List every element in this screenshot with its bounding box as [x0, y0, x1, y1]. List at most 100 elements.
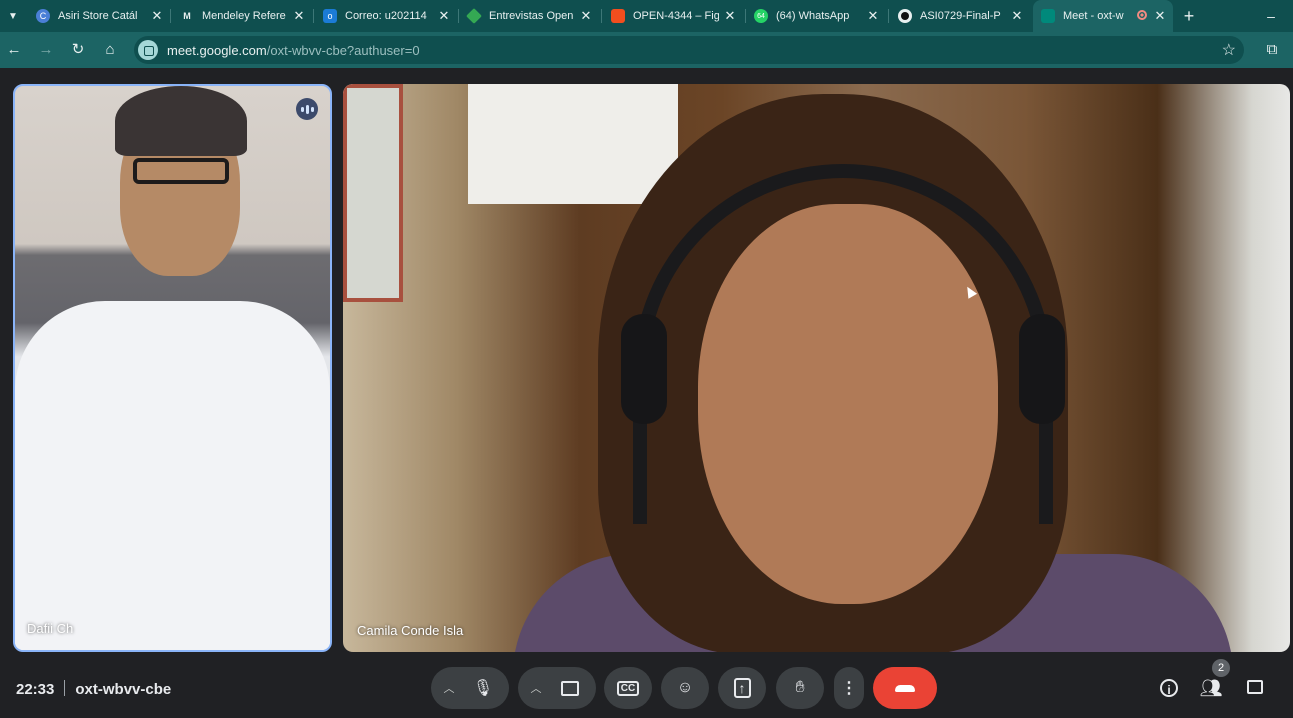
tab-title: Meet - oxt-w [1063, 10, 1124, 22]
tab-5[interactable]: OPEN-4344 – Fig ✕ [611, 0, 737, 32]
mic-button[interactable]: 🎙︎ [462, 667, 504, 709]
video-feed [15, 301, 330, 650]
tab-title: Entrevistas Open [489, 10, 574, 22]
address-bar[interactable]: meet.google.com/oxt-wbvv-cbe?authuser=0 … [134, 36, 1244, 64]
tab-search-button[interactable]: ▼ [0, 0, 26, 32]
video-feed [133, 158, 229, 184]
phone-hangup-icon [895, 684, 915, 692]
tab-divider [458, 9, 459, 23]
more-vertical-icon: ⋮ [841, 680, 857, 697]
arrow-right-icon: → [38, 41, 54, 58]
participant-tile-2[interactable]: Camila Conde Isla [343, 84, 1290, 652]
tab-3[interactable]: o Correo: u202114 ✕ [323, 0, 451, 32]
mic-control-group: ︿ 🎙︎ [431, 667, 509, 709]
meeting-info: 22:33 oxt-wbvv-cbe [16, 680, 171, 698]
participant-tile-1[interactable]: Dafii Ch [13, 84, 332, 652]
meeting-time: 22:33 [16, 681, 55, 698]
tab-divider [601, 9, 602, 23]
close-icon[interactable]: ✕ [723, 9, 737, 23]
close-icon[interactable]: ✕ [866, 9, 880, 23]
raise-hand-button[interactable]: ✋︎ [776, 667, 824, 709]
minimize-button[interactable]: – [1262, 0, 1280, 32]
captions-button[interactable]: CC [604, 667, 652, 709]
drive-favicon-icon [466, 8, 482, 24]
tab-6[interactable]: 64 (64) WhatsApp ✕ [754, 0, 880, 32]
participant-name: Camila Conde Isla [357, 623, 464, 638]
minimize-icon: – [1267, 8, 1275, 24]
tab-divider [888, 9, 889, 23]
plus-icon: + [1183, 5, 1195, 26]
meet-favicon-icon [1041, 9, 1055, 23]
extensions-button[interactable]: ⧉ [1262, 40, 1282, 60]
video-feed [1019, 314, 1065, 424]
reload-button[interactable]: ↻ [68, 40, 88, 60]
outlook-favicon-icon: o [323, 9, 337, 23]
info-icon: i [1160, 679, 1178, 697]
chat-icon [1247, 680, 1263, 694]
tab-strip: ▼ C Asiri Store Catál ✕ M Mendeley Refer… [0, 0, 1293, 32]
reload-icon: ↻ [71, 41, 85, 58]
meeting-code: oxt-wbvv-cbe [75, 681, 172, 698]
speaking-indicator-icon [296, 98, 318, 120]
tab-divider [745, 9, 746, 23]
recording-icon [1137, 10, 1147, 20]
tab-4[interactable]: Entrevistas Open ✕ [466, 0, 593, 32]
url-path: /oxt-wbvv-cbe?authuser=0 [266, 43, 420, 58]
more-options-button[interactable]: ⋮ [834, 667, 864, 709]
chat-button[interactable] [1243, 676, 1267, 700]
home-button[interactable]: ⌂ [100, 40, 120, 60]
audio-options-chevron-icon[interactable]: ︿ [436, 680, 462, 696]
close-icon[interactable]: ✕ [1010, 9, 1024, 23]
site-info-icon[interactable] [138, 40, 158, 60]
close-icon[interactable]: ✕ [1153, 9, 1167, 23]
url-text: meet.google.com/oxt-wbvv-cbe?authuser=0 [167, 43, 420, 58]
microphone-icon: 🎙︎ [472, 680, 494, 697]
browser-toolbar: ← → ↻ ⌂ meet.google.com/oxt-wbvv-cbe?aut… [0, 32, 1293, 68]
tab-title: Correo: u202114 [345, 10, 427, 22]
asiri-favicon-icon: C [36, 9, 50, 23]
mendeley-favicon-icon: M [183, 11, 191, 21]
tab-1[interactable]: C Asiri Store Catál ✕ [36, 0, 164, 32]
leave-call-button[interactable] [873, 667, 937, 709]
camera-button[interactable] [549, 667, 591, 709]
puzzle-icon: ⧉ [1266, 41, 1278, 58]
tab-8-active[interactable]: Meet - oxt-w ✕ [1033, 0, 1173, 32]
tab-2[interactable]: M Mendeley Refere ✕ [180, 0, 306, 32]
tab-7[interactable]: ASI0729-Final-P ✕ [898, 0, 1024, 32]
people-count-badge: 2 [1212, 659, 1230, 677]
tab-title: Mendeley Refere [202, 10, 286, 22]
close-icon[interactable]: ✕ [150, 9, 164, 23]
close-icon[interactable]: ✕ [579, 9, 593, 23]
video-feed [115, 86, 247, 156]
present-screen-icon: ↑ [733, 678, 751, 698]
meeting-details-button[interactable]: i [1157, 676, 1181, 700]
people-icon: 👥︎ [1199, 678, 1223, 698]
url-host: meet.google.com [167, 43, 267, 58]
emoji-icon: ☺ [676, 679, 694, 696]
video-feed [468, 84, 678, 204]
present-button[interactable]: ↑ [718, 667, 766, 709]
hand-icon: ✋︎ [795, 679, 805, 696]
participant-name: Dafii Ch [27, 621, 74, 636]
close-icon[interactable]: ✕ [292, 9, 306, 23]
tab-title: Asiri Store Catál [58, 10, 138, 22]
chevron-down-icon: ▼ [8, 10, 18, 22]
video-feed [621, 314, 667, 424]
tab-divider [313, 9, 314, 23]
back-button[interactable]: ← [4, 40, 24, 60]
people-button[interactable]: 👥︎ [1199, 676, 1223, 700]
divider [64, 680, 66, 696]
github-favicon-icon [898, 9, 912, 23]
video-options-chevron-icon[interactable]: ︿ [523, 680, 549, 696]
reactions-button[interactable]: ☺ [661, 667, 709, 709]
captions-icon: CC [616, 680, 640, 696]
close-icon[interactable]: ✕ [437, 9, 451, 23]
forward-button[interactable]: → [36, 40, 56, 60]
bookmark-star-icon[interactable]: ☆ [1222, 40, 1236, 60]
arrow-left-icon: ← [6, 41, 22, 58]
tab-title: ASI0729-Final-P [920, 10, 1001, 22]
new-tab-button[interactable]: + [1180, 0, 1198, 32]
video-feed [343, 84, 403, 302]
home-icon: ⌂ [105, 41, 115, 58]
figma-favicon-icon [611, 9, 625, 23]
